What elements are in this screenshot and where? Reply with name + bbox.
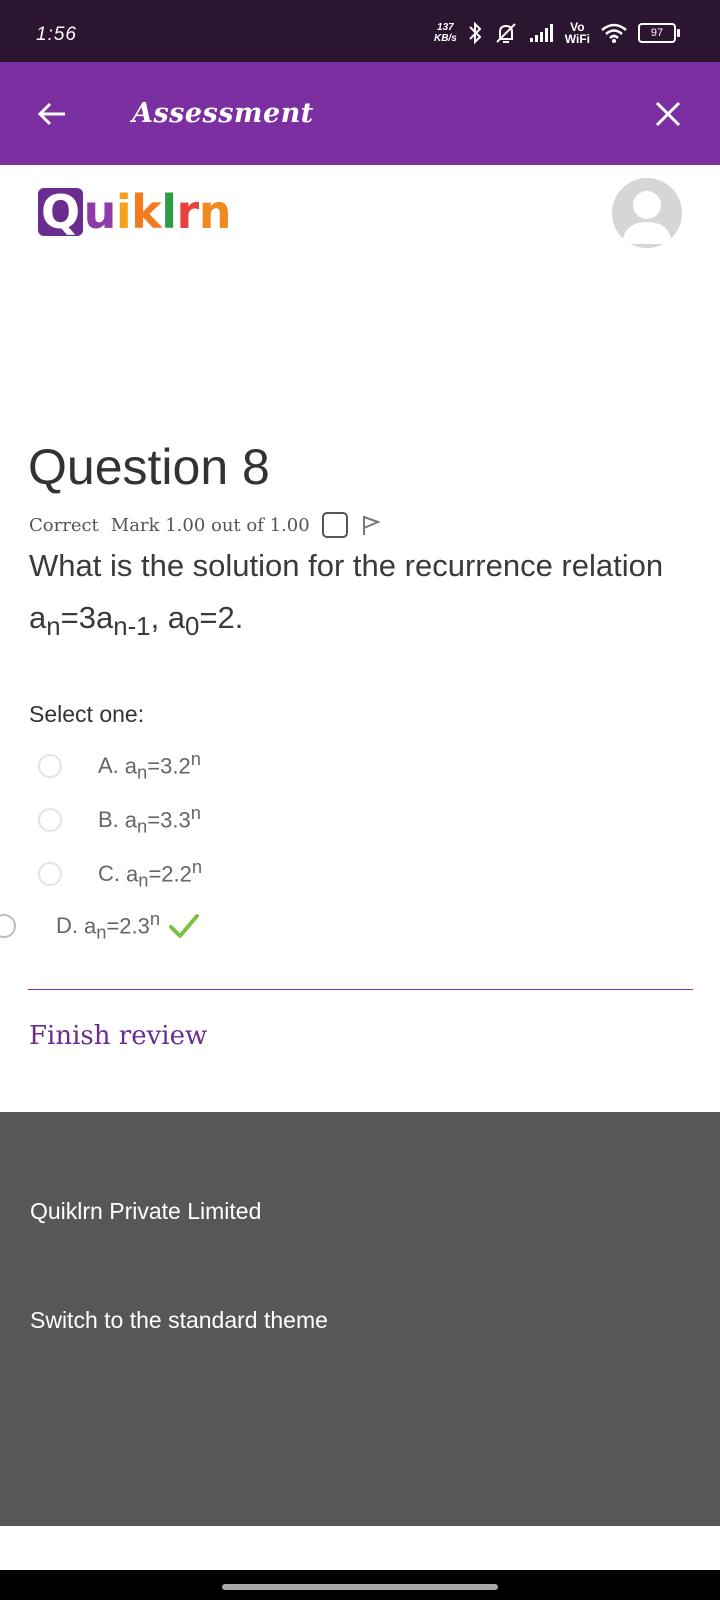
option-c-sub: n — [138, 869, 149, 891]
flag-checkbox[interactable] — [321, 512, 348, 538]
app-bar: Assessment — [0, 62, 720, 165]
option-c-sup: n — [191, 856, 203, 877]
option-c-text: C. an=2.2n — [98, 856, 202, 892]
section-divider — [28, 989, 693, 990]
mute-icon — [496, 23, 516, 43]
option-c-eq: =2.2 — [148, 861, 192, 887]
arrow-left-icon — [37, 102, 65, 126]
option-b-sub: n — [137, 815, 148, 837]
logo-letter-2: i — [115, 185, 132, 239]
option-d-letter: D. — [56, 913, 78, 939]
status-time: 1:56 — [36, 24, 77, 45]
question-text-sub1: n — [46, 613, 61, 642]
battery-level: 97 — [650, 27, 664, 39]
option-d[interactable]: D. an=2.3n — [0, 908, 200, 944]
footer: Quiklrn Private Limited Switch to the st… — [0, 1112, 720, 1526]
option-d-sub: n — [96, 921, 107, 943]
option-b-base: a — [124, 807, 138, 833]
option-b-sup: n — [190, 802, 201, 823]
wifi-label: WiFi — [564, 32, 590, 46]
option-d-eq: =2.3 — [106, 913, 150, 939]
flag-icon[interactable] — [360, 513, 382, 537]
option-b[interactable]: B. an=3.3n — [38, 802, 201, 838]
option-b-letter: B. — [98, 807, 119, 833]
question-meta: Correct Mark 1.00 out of 1.00 — [29, 512, 382, 538]
option-a-radio[interactable] — [38, 753, 62, 778]
bluetooth-icon — [469, 21, 482, 45]
question-text-sub3: 0 — [185, 613, 200, 642]
question-text-suffix: =2. — [199, 600, 244, 635]
option-a[interactable]: A. an=3.2n — [38, 748, 201, 784]
logo-letter-0: Q — [38, 188, 83, 236]
question-title: Question 8 — [28, 439, 270, 495]
home-gesture-handle[interactable] — [222, 1584, 498, 1590]
option-c-base: a — [126, 861, 139, 887]
close-icon — [655, 101, 681, 127]
network-speed-unit: KB/s — [433, 33, 457, 44]
wifi-icon — [601, 23, 627, 43]
option-a-base: a — [124, 753, 138, 779]
logo-letter-6: n — [198, 185, 232, 239]
option-a-letter: A. — [98, 753, 119, 779]
switch-theme-link[interactable]: Switch to the standard theme — [30, 1307, 328, 1334]
option-a-text: A. an=3.2n — [98, 748, 201, 784]
logo-letter-1: u — [83, 185, 117, 239]
finish-review-link[interactable]: Finish review — [29, 1021, 207, 1051]
question-status: Correct — [29, 514, 99, 536]
option-a-sup: n — [190, 748, 201, 769]
option-d-text: D. an=2.3n — [56, 908, 160, 944]
status-bar: 1:56 137 KB/s Vo WiFi 97 — [0, 0, 720, 62]
battery-icon: 97 — [638, 23, 680, 43]
question-mark: Mark 1.00 out of 1.00 — [110, 514, 310, 536]
option-b-text: B. an=3.3n — [98, 802, 201, 838]
back-button[interactable] — [30, 92, 74, 136]
option-c-radio[interactable] — [38, 861, 62, 886]
logo-letter-3: k — [131, 185, 162, 239]
signal-icon — [529, 24, 553, 42]
option-d-sup: n — [149, 908, 161, 929]
select-one-label: Select one: — [29, 701, 145, 727]
option-a-eq: =3.2 — [147, 753, 191, 779]
correct-check-icon — [169, 913, 200, 938]
avatar[interactable] — [612, 178, 682, 248]
network-speed-value: 137 — [437, 22, 454, 33]
logo-letter-4: l — [161, 185, 177, 239]
option-d-base: a — [84, 913, 97, 939]
footer-company: Quiklrn Private Limited — [30, 1198, 262, 1224]
network-speed: 137 KB/s — [434, 22, 457, 44]
status-icons: 137 KB/s Vo WiFi 97 — [434, 16, 680, 50]
question-text-mid2: , a — [150, 600, 186, 635]
option-c[interactable]: C. an=2.2n — [38, 856, 202, 892]
app-title: Assessment — [132, 98, 314, 129]
option-c-letter: C. — [98, 861, 120, 887]
user-avatar-icon — [622, 191, 672, 244]
quiklrn-logo[interactable]: Quiklrn — [38, 186, 231, 238]
close-button[interactable] — [644, 90, 692, 138]
option-d-radio[interactable] — [0, 913, 16, 938]
question-text-sub2: n-1 — [113, 613, 151, 642]
option-b-radio[interactable] — [38, 807, 62, 832]
option-a-sub: n — [137, 761, 148, 783]
question-text-mid1: =3a — [60, 600, 114, 635]
option-b-eq: =3.3 — [147, 807, 191, 833]
vowifi-indicator: Vo WiFi — [565, 21, 590, 45]
logo-letter-5: r — [176, 185, 200, 239]
system-nav-bar — [0, 1570, 720, 1600]
question-text: What is the solution for the recurrence … — [29, 540, 689, 653]
